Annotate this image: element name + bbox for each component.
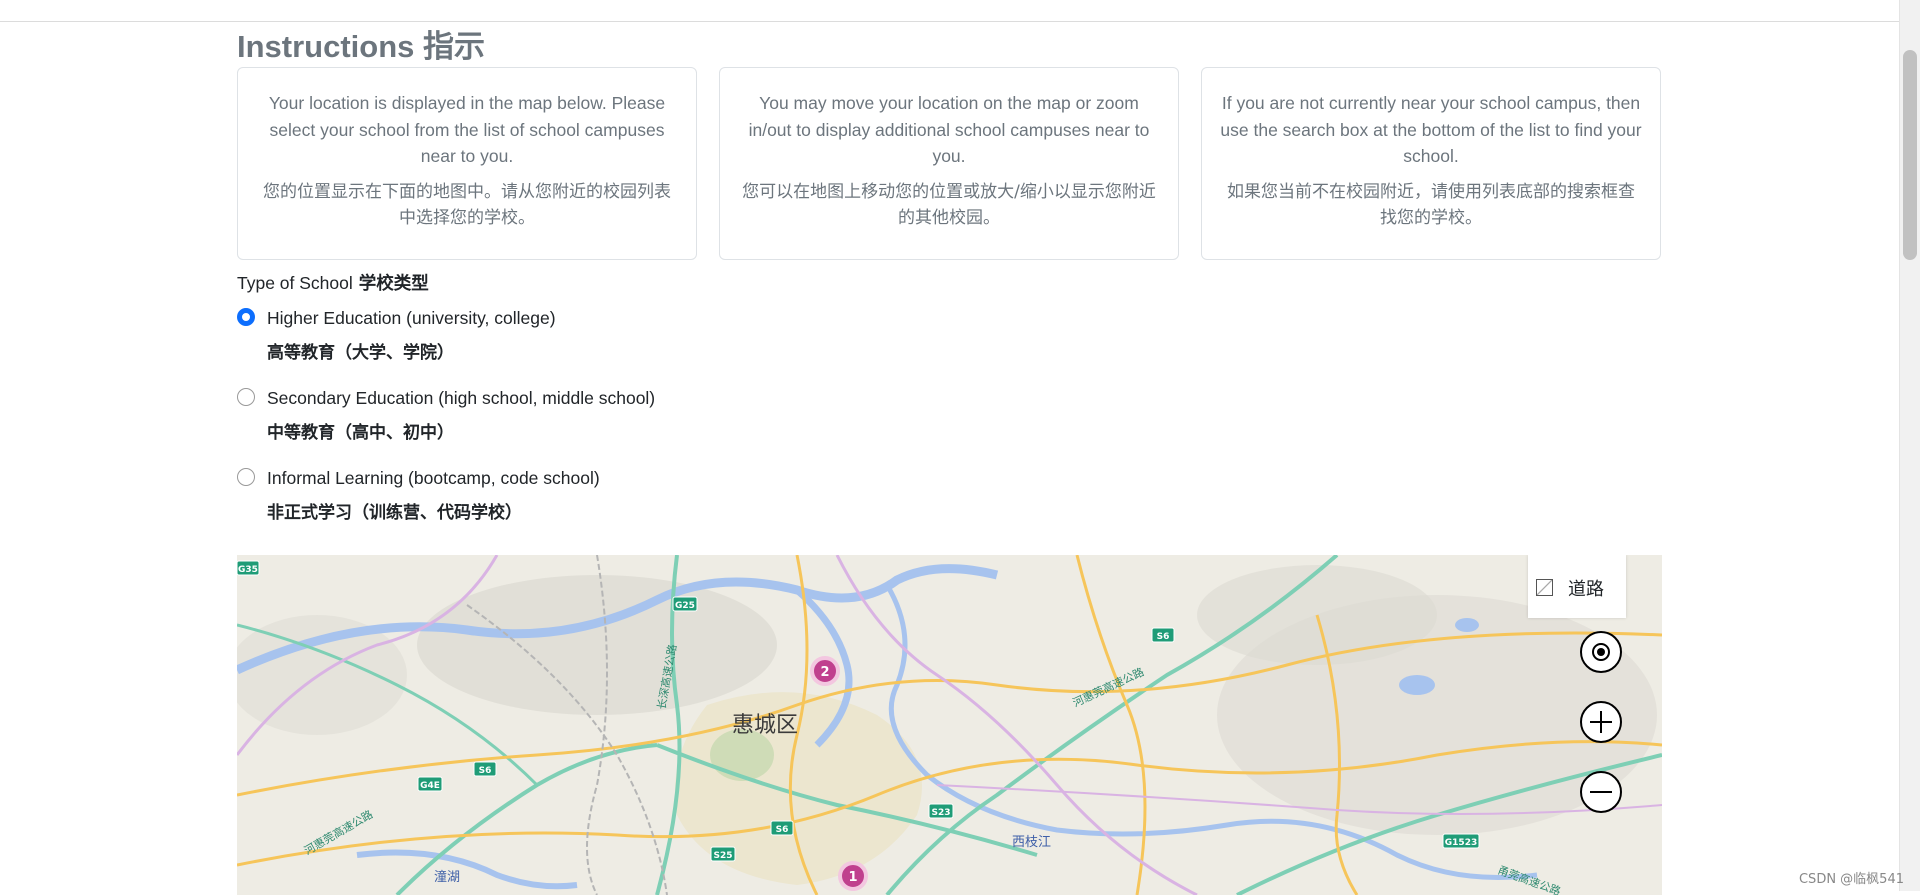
school-cluster-marker[interactable]: 1: [838, 861, 868, 891]
locate-icon: [1592, 643, 1610, 661]
radio-label-zh: 高等教育（大学、学院）: [267, 343, 454, 363]
school-type-label-en: Type of School: [237, 273, 353, 293]
radio-label[interactable]: Informal Learning (bootcamp, code school…: [267, 466, 600, 490]
radio-button[interactable]: [237, 468, 255, 486]
school-map[interactable]: 惠城区 西枝江 潼湖 长深高速公路 河惠莞高速公路 河惠莞高速公路 甬莞高速公路…: [237, 555, 1662, 895]
svg-text:S6: S6: [479, 766, 492, 776]
svg-text:S25: S25: [713, 851, 732, 861]
svg-text:G4E: G4E: [420, 781, 440, 791]
card-text-zh: 您的位置显示在下面的地图中。请从您附近的校园列表中选择您的学校。: [263, 181, 671, 228]
layers-icon[interactable]: [1536, 579, 1553, 596]
svg-text:G35: G35: [238, 565, 258, 575]
terrain-hills: [417, 575, 777, 715]
school-cluster-marker[interactable]: 2: [810, 656, 840, 686]
svg-text:S23: S23: [931, 808, 950, 818]
radio-button-checked[interactable]: [237, 308, 255, 326]
highway-shield: G35: [237, 560, 260, 576]
map-label-river: 西枝江: [1012, 835, 1051, 850]
highway-shield: G1523: [1442, 833, 1480, 849]
radio-label[interactable]: Secondary Education (high school, middle…: [267, 386, 655, 410]
main-container: Instructions 指示 Your location is display…: [237, 21, 1662, 895]
layer-label[interactable]: 道路: [1568, 575, 1604, 601]
card-text-zh: 如果您当前不在校园附近，请使用列表底部的搜索框查找您的学校。: [1227, 181, 1635, 228]
map-layer-toggle[interactable]: 道路: [1528, 555, 1626, 618]
card-text-en: You may move your location on the map or…: [748, 93, 1150, 166]
school-type-label: Type of School 学校类型: [237, 271, 429, 296]
highway-shield: S25: [710, 846, 736, 862]
card-text-zh: 您可以在地图上移动您的位置或放大/缩小以显示您附近的其他校园。: [742, 181, 1156, 228]
zoom-in-button[interactable]: [1580, 701, 1622, 743]
plus-icon: [1600, 711, 1602, 733]
radio-label[interactable]: Higher Education (university, college): [267, 306, 556, 330]
map-canvas[interactable]: 惠城区 西枝江 潼湖 长深高速公路 河惠莞高速公路 河惠莞高速公路 甬莞高速公路…: [237, 555, 1662, 895]
svg-text:S6: S6: [776, 825, 789, 835]
page-heading: Instructions 指示: [237, 29, 486, 64]
instruction-card: Your location is displayed in the map be…: [237, 67, 697, 260]
radio-label-zh: 非正式学习（训练营、代码学校）: [267, 503, 522, 523]
svg-text:S6: S6: [1157, 632, 1170, 642]
page-scrollbar[interactable]: [1899, 0, 1920, 891]
locate-button[interactable]: [1580, 631, 1622, 673]
instruction-cards: Your location is displayed in the map be…: [237, 67, 1662, 262]
scrollbar-thumb[interactable]: [1903, 50, 1917, 260]
card-text-en: Your location is displayed in the map be…: [268, 93, 666, 166]
reservoir: [1455, 618, 1479, 632]
svg-text:G25: G25: [675, 601, 695, 611]
school-type-label-zh: 学校类型: [358, 274, 429, 294]
highway-shield: S23: [928, 803, 954, 819]
map-label-district: 惠城区: [732, 713, 798, 738]
instruction-card: You may move your location on the map or…: [719, 67, 1179, 260]
highway-shield: G25: [672, 596, 698, 612]
highway-shield: G4E: [417, 776, 443, 792]
svg-text:1: 1: [848, 870, 857, 885]
instruction-card: If you are not currently near your schoo…: [1201, 67, 1661, 260]
svg-text:G1523: G1523: [1445, 838, 1477, 848]
watermark: CSDN @临枫541: [1798, 872, 1904, 887]
card-text-en: If you are not currently near your schoo…: [1220, 93, 1642, 166]
zoom-out-button[interactable]: [1580, 771, 1622, 813]
highway-shield: S6: [770, 820, 794, 836]
svg-text:2: 2: [820, 665, 829, 680]
highway-shield: S6: [1151, 627, 1175, 643]
reservoir: [1399, 675, 1435, 695]
top-bar: [0, 0, 1900, 22]
minus-icon: [1590, 791, 1612, 793]
radio-button[interactable]: [237, 388, 255, 406]
highway-shield: S6: [473, 761, 497, 777]
radio-label-zh: 中等教育（高中、初中）: [267, 423, 454, 443]
map-label-lake: 潼湖: [434, 869, 460, 885]
